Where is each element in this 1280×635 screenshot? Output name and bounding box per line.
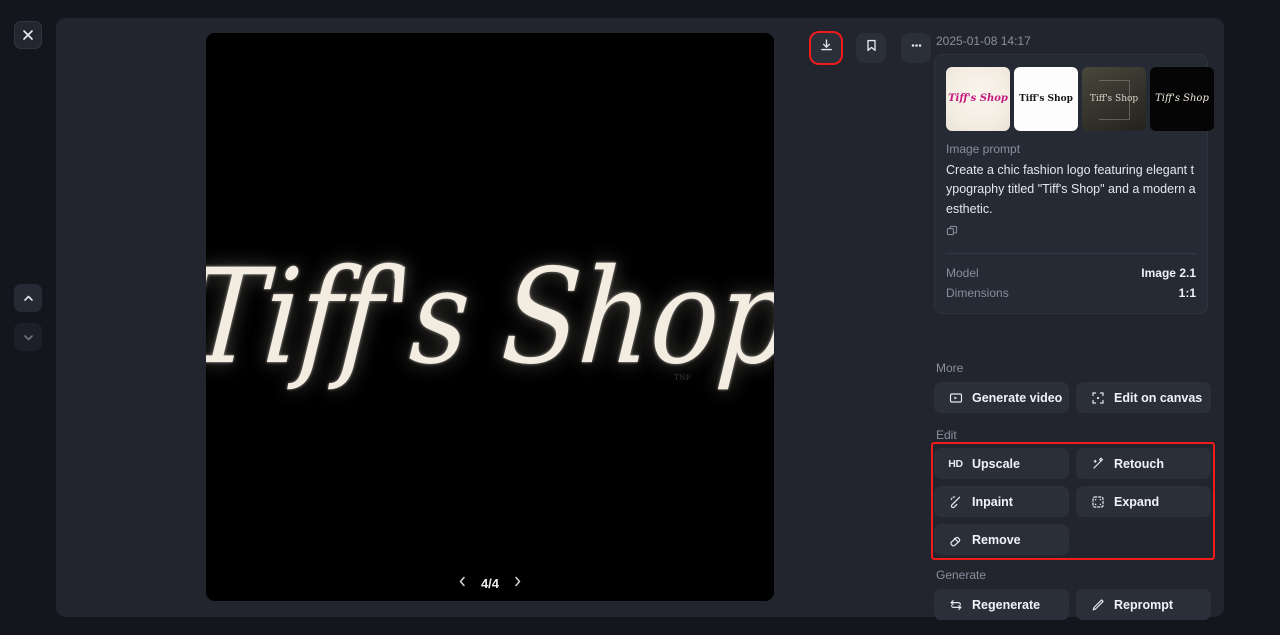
reprompt-button[interactable]: Reprompt: [1076, 589, 1211, 620]
metadata-key: Dimensions: [946, 285, 1009, 300]
section-label-edit: Edit: [936, 428, 957, 442]
action-label: Retouch: [1114, 456, 1164, 471]
copy-prompt-row: [946, 224, 1196, 242]
brush-icon: [948, 495, 963, 509]
image-stage: Tiff's Shop TNF 4/4: [56, 18, 924, 617]
remove-button[interactable]: Remove: [934, 524, 1069, 555]
chevron-left-icon: [457, 575, 468, 591]
more-actions: Generate video Edit on canvas: [934, 382, 1212, 413]
artwork-text: Tiff's Shop: [206, 239, 774, 393]
generate-video-button[interactable]: Generate video: [934, 382, 1069, 413]
close-icon: [22, 29, 34, 41]
eraser-icon: [948, 533, 963, 547]
download-button[interactable]: [811, 33, 841, 63]
artwork: Tiff's Shop: [206, 33, 774, 601]
action-label: Inpaint: [972, 494, 1013, 509]
image-pager: 4/4: [56, 575, 924, 591]
divider: [946, 252, 1196, 254]
thumbnail-strip: Tiff's Shop Tiff's Shop Tiff's Shop Tiff…: [946, 67, 1214, 131]
copy-icon: [946, 224, 958, 242]
chevron-down-icon: [22, 331, 35, 344]
chevron-up-icon: [22, 292, 35, 305]
next-item-button[interactable]: [14, 323, 42, 351]
action-label: Edit on canvas: [1114, 390, 1203, 405]
image-toolbar: [808, 30, 934, 66]
edit-on-canvas-button[interactable]: Edit on canvas: [1076, 382, 1211, 413]
section-label-generate: Generate: [936, 568, 987, 582]
thumbnail-item[interactable]: Tiff's Shop: [1082, 67, 1146, 131]
chevron-right-icon: [512, 575, 523, 591]
pencil-icon: [1090, 598, 1105, 612]
page-indicator: 4/4: [480, 575, 500, 591]
action-label: Remove: [972, 532, 1021, 547]
action-label: Expand: [1114, 494, 1160, 509]
detail-panel: Tiff's Shop TNF 4/4 2025-01-08 14:17 Tif…: [56, 18, 1224, 620]
regenerate-button[interactable]: Regenerate: [934, 589, 1069, 620]
metadata-row-dimensions: Dimensions 1:1: [946, 283, 1196, 303]
bookmark-button[interactable]: [856, 33, 886, 63]
previous-item-button[interactable]: [14, 284, 42, 312]
pager-prev-button[interactable]: [457, 575, 468, 591]
left-rail: [0, 0, 56, 635]
details-sidebar: 2025-01-08 14:17 Tiff's Shop Tiff's Shop…: [924, 18, 1224, 620]
pager-next-button[interactable]: [512, 575, 523, 591]
expand-icon: [1090, 495, 1105, 509]
bookmark-icon: [864, 38, 879, 58]
watermark: TNF: [674, 374, 692, 382]
copy-prompt-button[interactable]: [946, 224, 958, 242]
image-detail-viewer: Tiff's Shop TNF 4/4 2025-01-08 14:17 Tif…: [0, 0, 1280, 635]
action-label: Generate video: [972, 390, 1063, 405]
download-button-wrap: [808, 30, 844, 66]
ellipsis-icon: [909, 38, 924, 58]
section-label-more: More: [936, 361, 964, 375]
thumbnail-caption: Tiff's Shop: [1019, 93, 1073, 104]
upscale-button[interactable]: HD Upscale: [934, 448, 1069, 479]
expand-button[interactable]: Expand: [1076, 486, 1211, 517]
generate-actions: Regenerate Reprompt: [934, 589, 1212, 620]
thumbnail-caption: Tiff's Shop: [1155, 93, 1209, 104]
thumbnail-item[interactable]: Tiff's Shop: [946, 67, 1010, 131]
thumbnail-caption: Tiff's Shop: [948, 93, 1008, 104]
inpaint-button[interactable]: Inpaint: [934, 486, 1069, 517]
thumbnail-item-selected[interactable]: Tiff's Shop: [1150, 67, 1214, 131]
thumbnail-caption: Tiff's Shop: [1089, 93, 1139, 104]
thumbnail-item[interactable]: Tiff's Shop: [1014, 67, 1078, 131]
prompt-text: Create a chic fashion logo featuring ele…: [946, 163, 1196, 216]
metadata-row-model: Model Image 2.1: [946, 263, 1196, 283]
video-icon: [948, 391, 963, 405]
retouch-button[interactable]: Retouch: [1076, 448, 1211, 479]
action-label: Upscale: [972, 456, 1020, 471]
prompt-label: Image prompt: [946, 142, 1021, 156]
timestamp: 2025-01-08 14:17: [936, 34, 1031, 48]
metadata-value: Image 2.1: [1141, 265, 1196, 280]
metadata-card: Tiff's Shop Tiff's Shop Tiff's Shop Tiff…: [934, 54, 1214, 314]
bookmark-button-wrap: [853, 30, 889, 66]
close-button[interactable]: [14, 21, 42, 49]
refresh-icon: [948, 598, 963, 612]
metadata-value: 1:1: [1178, 285, 1196, 300]
metadata-key: Model: [946, 265, 979, 280]
action-label: Regenerate: [972, 597, 1041, 612]
hd-icon: HD: [948, 457, 963, 470]
main-image[interactable]: Tiff's Shop TNF: [206, 33, 774, 601]
edit-actions: HD Upscale Retouch Inpaint Expand Remove: [934, 448, 1212, 555]
canvas-icon: [1090, 391, 1105, 405]
download-icon: [819, 38, 834, 58]
action-label: Reprompt: [1114, 597, 1174, 612]
wand-icon: [1090, 456, 1105, 471]
